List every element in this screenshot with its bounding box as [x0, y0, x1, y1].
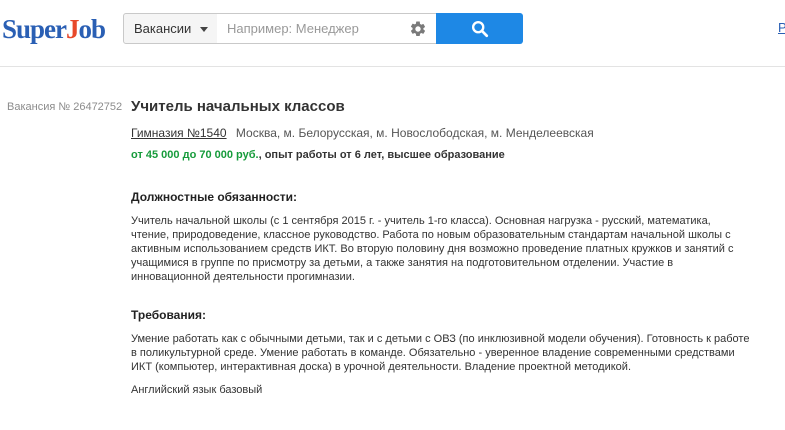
vacancy-content: Учитель начальных классов Гимназия №1540…: [131, 97, 751, 397]
search-icon: [471, 20, 488, 37]
conditions: , опыт работы от 6 лет, высшее образован…: [258, 149, 505, 161]
superjob-logo[interactable]: SuperJob: [2, 14, 107, 44]
caret-down-icon: [200, 27, 208, 32]
logo-part-ob: ob: [78, 14, 107, 44]
logo-part-j: J: [66, 14, 79, 44]
vacancy-location: Москва, м. Белорусская, м. Новослободска…: [235, 126, 594, 140]
company-link[interactable]: Гимназия №1540: [131, 126, 227, 140]
header: SuperJob Вакансии Р: [0, 0, 785, 67]
requirements-text: Умение работать как с обычными детьми, т…: [131, 333, 750, 373]
company-line: Гимназия №1540 Москва, м. Белорусская, м…: [131, 125, 751, 141]
search-type-label: Вакансии: [134, 21, 192, 36]
salary: от 45 000 до 70 000 руб.: [131, 149, 259, 161]
gear-icon[interactable]: [409, 20, 427, 38]
search-type-dropdown[interactable]: Вакансии: [123, 13, 218, 44]
header-right-link[interactable]: Р: [778, 20, 785, 35]
requirements-title: Требования:: [131, 308, 206, 322]
vacancy-number: Вакансия № 26472752: [7, 101, 123, 113]
search-input[interactable]: [217, 13, 437, 44]
conditions-line: от 45 000 до 70 000 руб., опыт работы от…: [131, 148, 751, 163]
duties-text: Учитель начальной школы (с 1 сентября 20…: [131, 215, 734, 283]
logo-part-super: Super: [2, 14, 67, 44]
vacancy-title: Учитель начальных классов: [131, 98, 345, 115]
duties-title: Должностные обязанности:: [131, 190, 297, 204]
requirements-extra: Английский язык базовый: [131, 384, 263, 396]
search-button[interactable]: [436, 13, 523, 44]
